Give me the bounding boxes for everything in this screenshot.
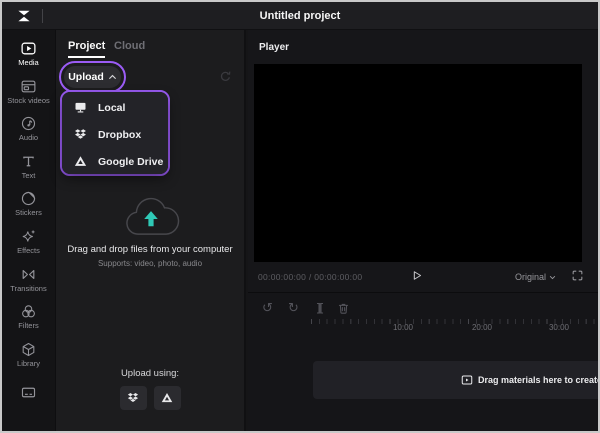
sidebar-item-label: Stock videos [7,95,50,105]
effects-icon [22,230,35,242]
stock-videos-icon [21,80,36,92]
media-panel: Project Cloud Upload Local Dropbox Googl… [56,30,246,431]
player-panel: Player 00:00:00:00 / 00:00:00:00 Origina… [248,30,598,292]
sidebar-item-text[interactable]: Text [2,153,56,191]
menu-item-label: Local [98,101,126,114]
stickers-icon [21,192,36,206]
google-drive-icon [161,393,173,403]
dropbox-icon [127,393,139,402]
dropbox-icon [75,129,86,139]
timeline-panel: ↺ ↻ ][ 10:00 20:00 30:00 Drag materials … [248,292,598,431]
dropzone-subtitle: Supports: video, photo, audio [97,259,203,268]
tab-cloud[interactable]: Cloud [114,40,145,52]
project-title: Untitled project [259,9,341,22]
refresh-icon[interactable] [218,69,233,84]
audio-icon [21,117,36,131]
text-icon [23,156,34,167]
timeline-track[interactable]: Drag materials here to create fantas [313,361,598,399]
media-icon [21,42,36,55]
tab-project[interactable]: Project [68,40,105,52]
filters-icon [22,305,35,318]
sidebar-item-label: Filters [18,321,39,331]
sidebar-item-label: Transitions [10,283,47,293]
redo-button[interactable]: ↻ [286,301,301,316]
active-tab-underline [68,56,105,58]
google-drive-upload-button[interactable] [153,386,181,410]
upload-menu-annotation: Local Dropbox Google Drive [60,90,170,176]
resolution-dropdown[interactable]: Original [515,272,556,282]
delete-button[interactable] [336,301,351,316]
sidebar-item-label: Effects [17,245,40,255]
fullscreen-icon[interactable] [571,269,584,282]
sidebar-item-label: Library [17,358,40,368]
topbar: Untitled project [2,2,598,30]
video-preview[interactable] [254,64,582,262]
upload-button[interactable]: Upload [64,66,121,88]
video-clip-icon [461,375,473,385]
sidebar-item-transitions[interactable]: Transitions [2,266,56,304]
chevron-up-icon [108,74,116,79]
sidebar-item-label: Stickers [15,208,42,218]
ruler-label: 30:00 [548,323,570,332]
google-drive-icon [74,156,87,166]
upload-using-label: Upload using: [120,368,180,379]
menu-item-local[interactable]: Local [62,94,168,121]
chevron-down-icon [549,275,556,279]
sidebar: Media Stock videos Audio Text Stickers E… [2,30,56,431]
split-button[interactable]: ][ [312,301,327,316]
sidebar-item-captions[interactable] [2,384,56,422]
sidebar-item-audio[interactable]: Audio [2,115,56,153]
timecode-display: 00:00:00:00 / 00:00:00:00 [258,272,363,282]
upload-using-buttons [56,386,244,410]
upload-menu: Local Dropbox Google Drive [62,92,168,174]
resolution-label: Original [514,272,546,282]
upload-button-label: Upload [68,71,104,83]
sidebar-item-filters[interactable]: Filters [2,303,56,341]
player-title: Player [259,42,290,53]
play-button[interactable] [409,268,424,283]
sidebar-item-label: Audio [18,133,39,143]
menu-item-google-drive[interactable]: Google Drive [62,148,168,175]
dropzone-title: Drag and drop files from your computer [67,244,233,255]
menu-item-label: Google Drive [98,155,164,168]
capcut-app-window: Untitled project Media Stock videos Audi… [0,0,600,433]
transitions-icon [22,269,35,279]
track-drop-hint-text: Drag materials here to create fantas [478,375,598,385]
library-icon [22,342,35,356]
dropbox-upload-button[interactable] [119,386,147,410]
sidebar-item-media[interactable]: Media [2,40,56,78]
menu-item-label: Dropbox [98,128,142,141]
monitor-icon [75,102,86,113]
captions-icon [21,388,36,398]
sidebar-item-library[interactable]: Library [2,341,56,379]
track-drop-hint: Drag materials here to create fantas [461,361,598,399]
ruler-label: 20:00 [471,323,493,332]
menu-item-dropbox[interactable]: Dropbox [62,121,168,148]
cloud-upload-icon [126,197,180,235]
sidebar-item-stickers[interactable]: Stickers [2,190,56,228]
ruler-label: 10:00 [392,323,414,332]
sidebar-item-effects[interactable]: Effects [2,228,56,266]
undo-button[interactable]: ↺ [260,301,275,316]
sidebar-item-stock-videos[interactable]: Stock videos [2,78,56,116]
sidebar-item-label: Text [21,170,36,180]
sidebar-item-label: Media [18,58,39,67]
